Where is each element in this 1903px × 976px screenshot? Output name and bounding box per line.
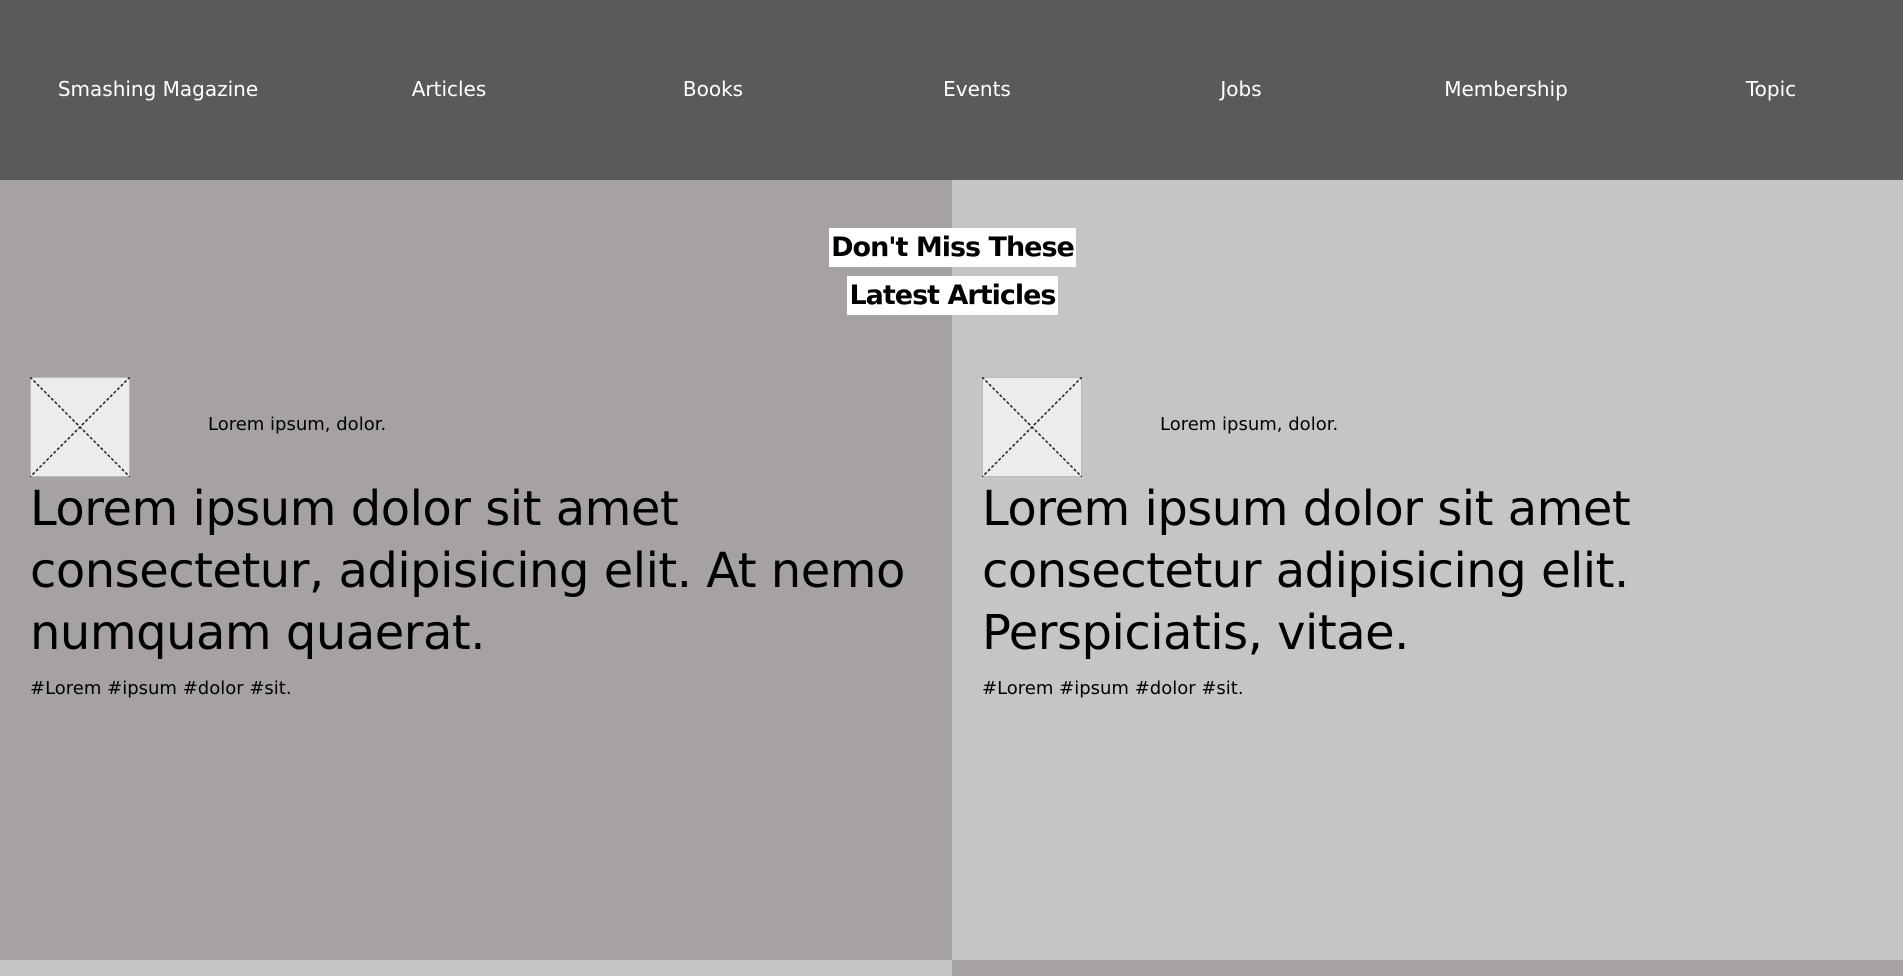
article-1-image[interactable] xyxy=(30,377,130,477)
article-2-byline: Lorem ipsum, dolor. xyxy=(1160,414,1339,435)
top-navigation: Smashing Magazine Articles Books Events … xyxy=(0,0,1903,180)
article-2-tags: #Lorem #ipsum #dolor #sit. xyxy=(982,678,1244,699)
next-row-strip-right xyxy=(952,960,1903,976)
article-1-byline: Lorem ipsum, dolor. xyxy=(208,414,387,435)
nav-item-topic[interactable]: Topic xyxy=(1746,77,1796,101)
article-2-headline[interactable]: Lorem ipsum dolor sit amet consectetur a… xyxy=(982,478,1862,664)
nav-item-jobs[interactable]: Jobs xyxy=(1220,77,1261,101)
broken-image-placeholder-icon xyxy=(982,377,1082,477)
article-2-image[interactable] xyxy=(982,377,1082,477)
nav-item-books[interactable]: Books xyxy=(683,77,743,101)
section-title: Don't Miss These Latest Articles xyxy=(804,224,1101,320)
nav-item-articles[interactable]: Articles xyxy=(412,77,487,101)
nav-item-membership[interactable]: Membership xyxy=(1444,77,1568,101)
article-1-tags: #Lorem #ipsum #dolor #sit. xyxy=(30,678,292,699)
broken-image-placeholder-icon xyxy=(30,377,130,477)
article-1-headline[interactable]: Lorem ipsum dolor sit amet consectetur, … xyxy=(30,478,910,664)
nav-item-events[interactable]: Events xyxy=(943,77,1011,101)
section-title-text: Don't Miss These Latest Articles xyxy=(829,228,1076,315)
next-row-strip-left xyxy=(0,960,952,976)
nav-brand-link[interactable]: Smashing Magazine xyxy=(58,77,258,101)
